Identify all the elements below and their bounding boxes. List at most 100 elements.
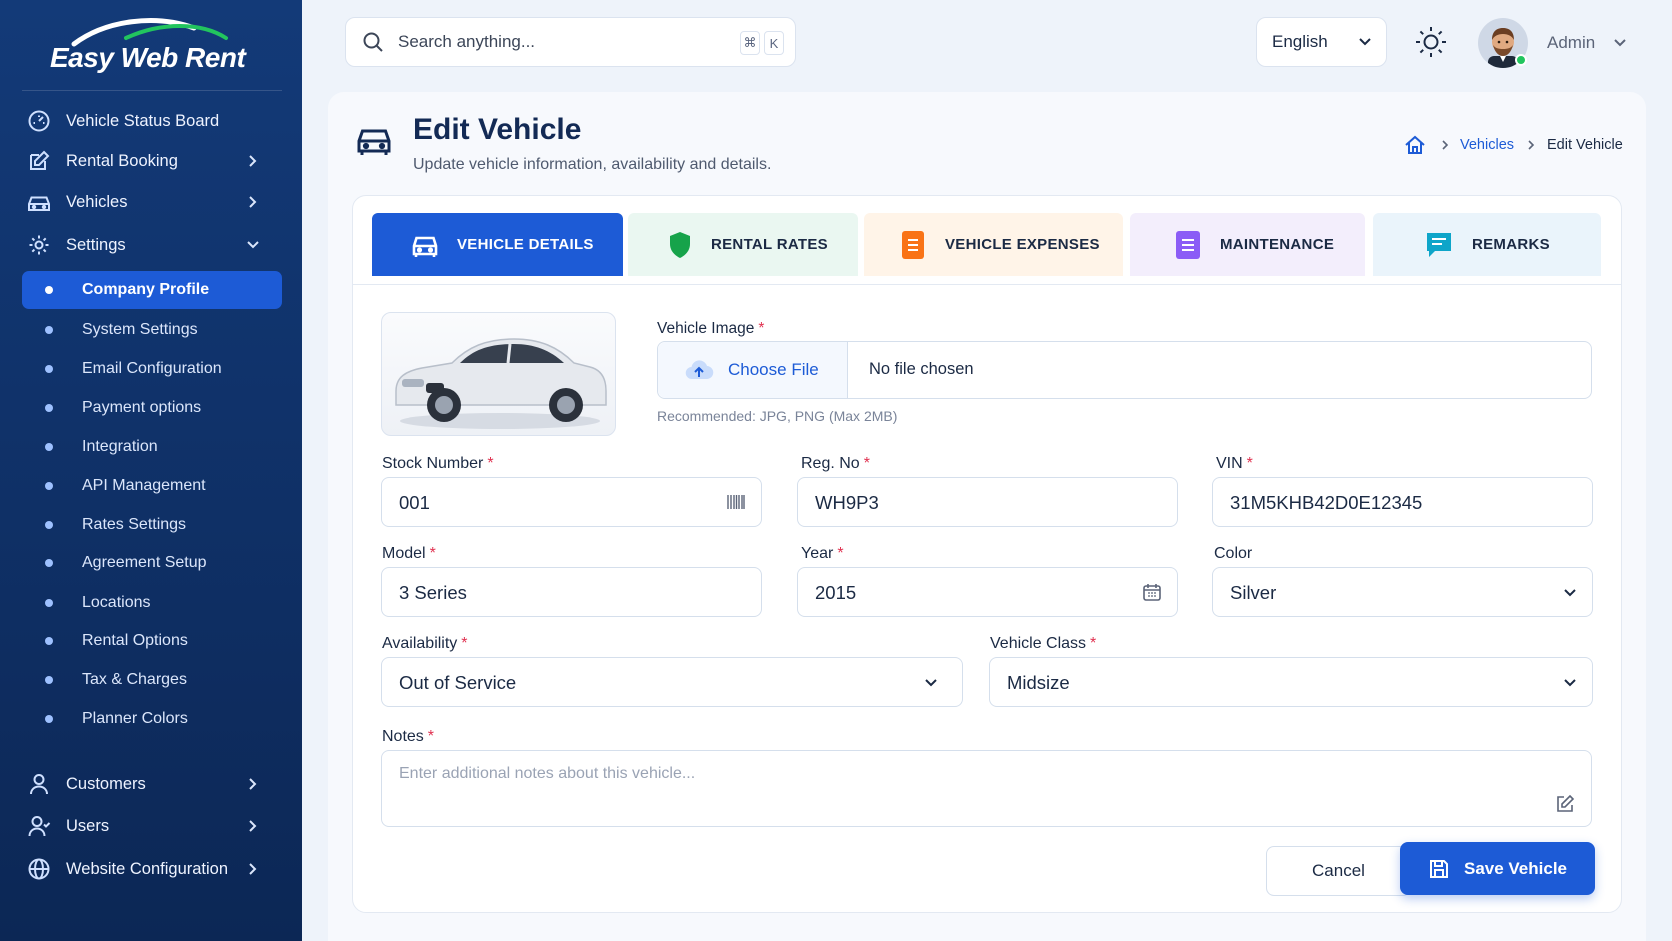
page-title: Edit Vehicle xyxy=(413,113,582,146)
settings-item-tax-charges[interactable]: Tax & Charges xyxy=(22,661,282,699)
shortcut-command-key: ⌘ xyxy=(740,31,760,55)
choose-file-button[interactable]: Choose File xyxy=(658,342,848,398)
page-subtitle: Update vehicle information, availability… xyxy=(413,156,772,173)
sidebar-item-vehicles[interactable]: Vehicles xyxy=(22,183,282,221)
settings-item-label: Locations xyxy=(82,594,151,611)
vehicle-image-label: Vehicle Image * xyxy=(657,320,765,337)
sidebar-item-website-configuration[interactable]: Website Configuration xyxy=(22,850,282,888)
settings-item-agreement-setup[interactable]: Agreement Setup xyxy=(22,544,282,582)
settings-item-payment-options[interactable]: Payment options xyxy=(22,389,282,427)
breadcrumb-separator-icon xyxy=(1442,140,1449,150)
vehicle-image-file-input[interactable]: Choose File No file chosen xyxy=(657,341,1592,399)
settings-item-company-profile[interactable]: Company Profile xyxy=(22,271,282,309)
settings-item-label: Payment options xyxy=(82,399,202,416)
sidebar-item-rental-booking[interactable]: Rental Booking xyxy=(22,142,282,180)
search-icon xyxy=(363,32,383,52)
settings-item-system-settings[interactable]: System Settings xyxy=(22,311,282,349)
year-field[interactable]: 2015 xyxy=(797,567,1178,617)
breadcrumb-vehicles-link[interactable]: Vehicles xyxy=(1460,137,1514,153)
bullet-icon xyxy=(45,404,53,412)
reg-no-field[interactable]: WH9P3 xyxy=(797,477,1178,527)
tab-vehicle-expenses[interactable]: VEHICLE EXPENSES xyxy=(864,213,1123,276)
checklist-icon xyxy=(1176,230,1200,259)
barcode-icon[interactable] xyxy=(726,492,746,512)
reg-no-label: Reg. No * xyxy=(801,455,870,472)
tab-label: REMARKS xyxy=(1472,236,1550,253)
car-photo-icon xyxy=(395,338,607,429)
availability-value: Out of Service xyxy=(399,672,517,693)
edit-icon xyxy=(1557,794,1575,812)
tab-label: RENTAL RATES xyxy=(711,236,828,253)
tab-vehicle-details[interactable]: VEHICLE DETAILS xyxy=(372,213,623,276)
settings-item-integration[interactable]: Integration xyxy=(22,428,282,466)
settings-item-email-configuration[interactable]: Email Configuration xyxy=(22,350,282,388)
notes-textarea[interactable]: Enter additional notes about this vehicl… xyxy=(381,750,1592,827)
cancel-button[interactable]: Cancel xyxy=(1266,846,1411,896)
color-select[interactable]: Silver xyxy=(1212,567,1593,617)
stock-number-field[interactable]: 001 xyxy=(381,477,762,527)
year-value: 2015 xyxy=(815,582,857,603)
bullet-icon xyxy=(45,443,53,451)
model-field[interactable]: 3 Series xyxy=(381,567,762,617)
availability-select[interactable]: Out of Service xyxy=(381,657,963,707)
notes-label: Notes * xyxy=(382,728,435,745)
settings-item-label: Agreement Setup xyxy=(82,554,207,571)
chevron-down-icon xyxy=(1359,38,1371,46)
color-label: Color xyxy=(1214,545,1253,562)
sidebar-item-settings[interactable]: Settings xyxy=(22,226,282,264)
chevron-right-icon xyxy=(249,778,257,790)
user-name[interactable]: Admin xyxy=(1547,33,1595,53)
car-icon xyxy=(412,236,438,257)
bullet-icon xyxy=(45,637,53,645)
tab-rental-rates[interactable]: RENTAL RATES xyxy=(628,213,858,276)
home-icon[interactable] xyxy=(1404,134,1426,156)
settings-item-rental-options[interactable]: Rental Options xyxy=(22,622,282,660)
tab-divider xyxy=(353,284,1621,285)
breadcrumb-current: Edit Vehicle xyxy=(1547,137,1623,153)
sidebar-item-vehicle-status-board[interactable]: Vehicle Status Board xyxy=(22,102,282,140)
save-vehicle-button[interactable]: Save Vehicle xyxy=(1400,842,1595,895)
chevron-down-icon[interactable] xyxy=(1613,38,1627,48)
tab-maintenance[interactable]: MAINTENANCE xyxy=(1130,213,1365,276)
document-icon xyxy=(902,230,924,259)
brand-logo[interactable]: Easy Web Rent xyxy=(40,14,260,76)
settings-item-locations[interactable]: Locations xyxy=(22,584,282,622)
shield-icon xyxy=(670,231,690,258)
globe-icon xyxy=(26,856,52,882)
file-status: No file chosen xyxy=(869,360,974,378)
sidebar-item-customers[interactable]: Customers xyxy=(22,765,282,803)
settings-item-planner-colors[interactable]: Planner Colors xyxy=(22,700,282,738)
bullet-icon xyxy=(45,326,53,334)
vehicle-class-label: Vehicle Class * xyxy=(990,635,1097,652)
chevron-down-icon xyxy=(1564,589,1576,597)
cloud-upload-icon xyxy=(685,360,714,380)
bullet-icon xyxy=(45,599,53,607)
chevron-right-icon xyxy=(249,196,257,208)
chevron-right-icon xyxy=(249,155,257,167)
vehicle-class-select[interactable]: Midsize xyxy=(989,657,1593,707)
search-input[interactable]: Search anything... ⌘ K xyxy=(345,17,796,67)
chevron-right-icon xyxy=(249,863,257,875)
online-status-indicator xyxy=(1515,54,1527,66)
vin-field[interactable]: 31M5KHB42D0E12345 xyxy=(1212,477,1593,527)
language-select[interactable]: English xyxy=(1256,17,1387,67)
sidebar-item-label: Rental Booking xyxy=(66,151,178,170)
bullet-icon xyxy=(45,715,53,723)
tab-remarks[interactable]: REMARKS xyxy=(1373,213,1601,276)
availability-label: Availability * xyxy=(382,635,468,652)
settings-item-label: Company Profile xyxy=(82,281,210,298)
settings-item-rates-settings[interactable]: Rates Settings xyxy=(22,506,282,544)
tab-label: VEHICLE EXPENSES xyxy=(945,236,1100,253)
sun-icon[interactable] xyxy=(1414,25,1448,59)
settings-item-label: Rates Settings xyxy=(82,516,187,533)
gear-icon xyxy=(26,232,52,258)
bullet-icon xyxy=(45,286,53,294)
language-value: English xyxy=(1272,32,1328,51)
settings-item-api-management[interactable]: API Management xyxy=(22,467,282,505)
tab-label: MAINTENANCE xyxy=(1220,236,1335,253)
model-label: Model * xyxy=(382,545,436,562)
settings-item-label: API Management xyxy=(82,477,206,494)
sidebar-divider xyxy=(22,90,282,91)
sidebar-item-users[interactable]: Users xyxy=(22,807,282,845)
calendar-icon[interactable] xyxy=(1142,582,1162,602)
